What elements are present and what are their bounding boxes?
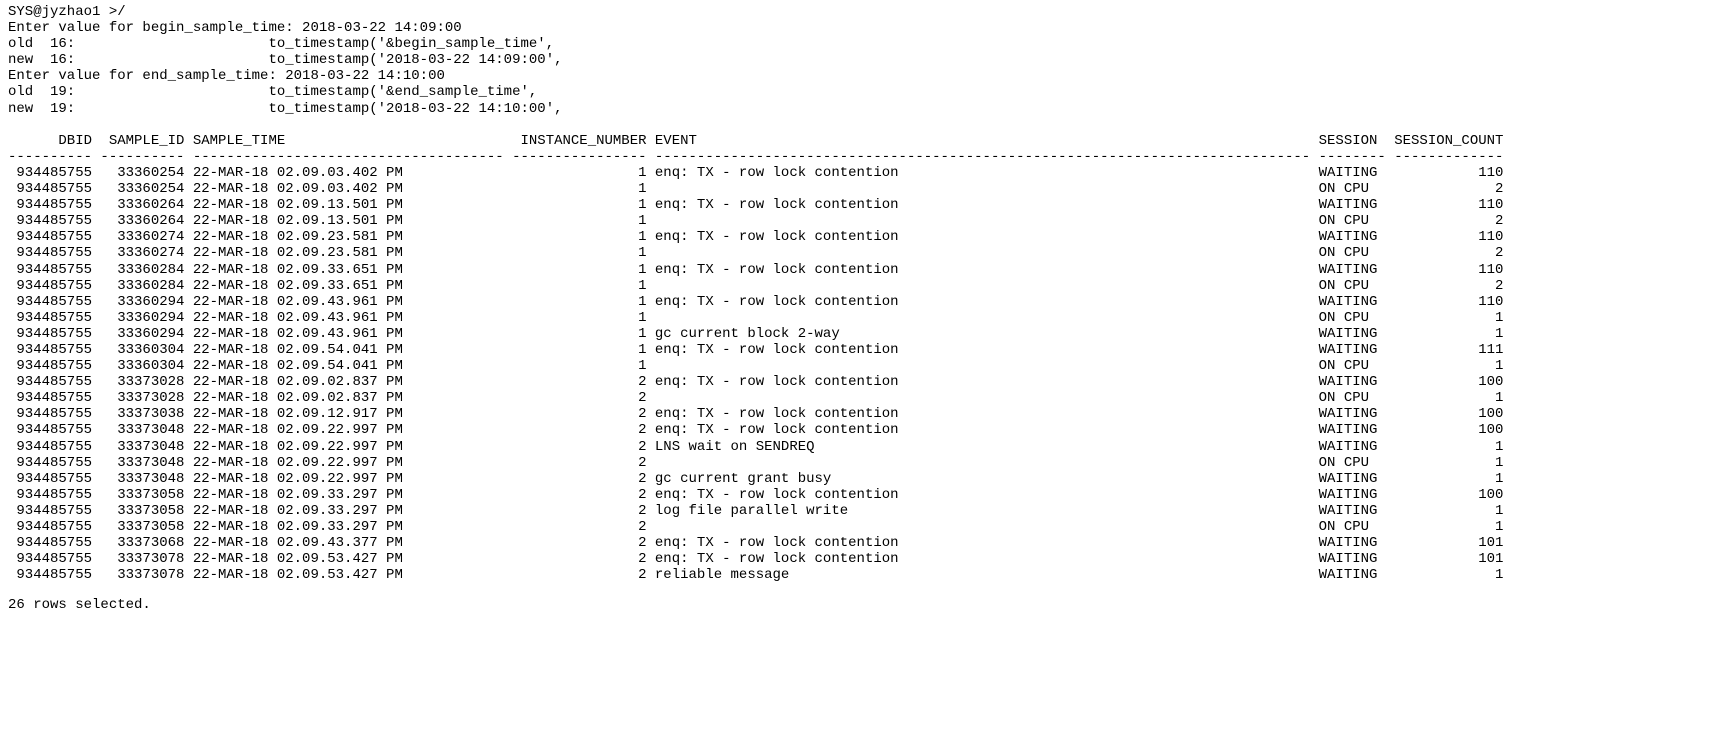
prompt-line: new 16: to_timestamp('2018-03-22 14:09:0… [8,52,1724,68]
table-row: 934485755 33360254 22-MAR-18 02.09.03.40… [8,165,1724,181]
table-row: 934485755 33360254 22-MAR-18 02.09.03.40… [8,181,1724,197]
prompt-line: Enter value for begin_sample_time: 2018-… [8,20,1724,36]
prompt-line: Enter value for end_sample_time: 2018-03… [8,68,1724,84]
table-row: 934485755 33360274 22-MAR-18 02.09.23.58… [8,229,1724,245]
rows-selected-footer: 26 rows selected. [8,597,1724,613]
prompt-line: SYS@jyzhao1 >/ [8,4,1724,20]
table-row: 934485755 33373058 22-MAR-18 02.09.33.29… [8,519,1724,535]
table-row: 934485755 33360264 22-MAR-18 02.09.13.50… [8,213,1724,229]
table-row: 934485755 33360284 22-MAR-18 02.09.33.65… [8,262,1724,278]
table-row: 934485755 33373058 22-MAR-18 02.09.33.29… [8,503,1724,519]
table-row: 934485755 33373048 22-MAR-18 02.09.22.99… [8,439,1724,455]
table-row: 934485755 33360294 22-MAR-18 02.09.43.96… [8,310,1724,326]
table-header-row: DBID SAMPLE_ID SAMPLE_TIME INSTANCE_NUMB… [8,133,1724,149]
table-row: 934485755 33373048 22-MAR-18 02.09.22.99… [8,455,1724,471]
table-row: 934485755 33373058 22-MAR-18 02.09.33.29… [8,487,1724,503]
table-row: 934485755 33360304 22-MAR-18 02.09.54.04… [8,358,1724,374]
prompt-line: new 19: to_timestamp('2018-03-22 14:10:0… [8,101,1724,117]
table-row: 934485755 33373028 22-MAR-18 02.09.02.83… [8,374,1724,390]
table-row: 934485755 33360274 22-MAR-18 02.09.23.58… [8,245,1724,261]
prompt-line: old 16: to_timestamp('&begin_sample_time… [8,36,1724,52]
table-row: 934485755 33360294 22-MAR-18 02.09.43.96… [8,326,1724,342]
table-row: 934485755 33360284 22-MAR-18 02.09.33.65… [8,278,1724,294]
prompt-line: old 19: to_timestamp('&end_sample_time', [8,84,1724,100]
table-row: 934485755 33360294 22-MAR-18 02.09.43.96… [8,294,1724,310]
table-row: 934485755 33373078 22-MAR-18 02.09.53.42… [8,567,1724,583]
sql-prompt-block: SYS@jyzhao1 >/Enter value for begin_samp… [8,4,1724,133]
table-row: 934485755 33373078 22-MAR-18 02.09.53.42… [8,551,1724,567]
prompt-line [8,117,1724,133]
table-body: 934485755 33360254 22-MAR-18 02.09.03.40… [8,165,1724,583]
table-row: 934485755 33360304 22-MAR-18 02.09.54.04… [8,342,1724,358]
table-row: 934485755 33373028 22-MAR-18 02.09.02.83… [8,390,1724,406]
table-header-separator: ---------- ---------- ------------------… [8,149,1724,165]
table-row: 934485755 33373068 22-MAR-18 02.09.43.37… [8,535,1724,551]
table-row: 934485755 33360264 22-MAR-18 02.09.13.50… [8,197,1724,213]
table-row: 934485755 33373038 22-MAR-18 02.09.12.91… [8,406,1724,422]
table-row: 934485755 33373048 22-MAR-18 02.09.22.99… [8,422,1724,438]
table-row: 934485755 33373048 22-MAR-18 02.09.22.99… [8,471,1724,487]
